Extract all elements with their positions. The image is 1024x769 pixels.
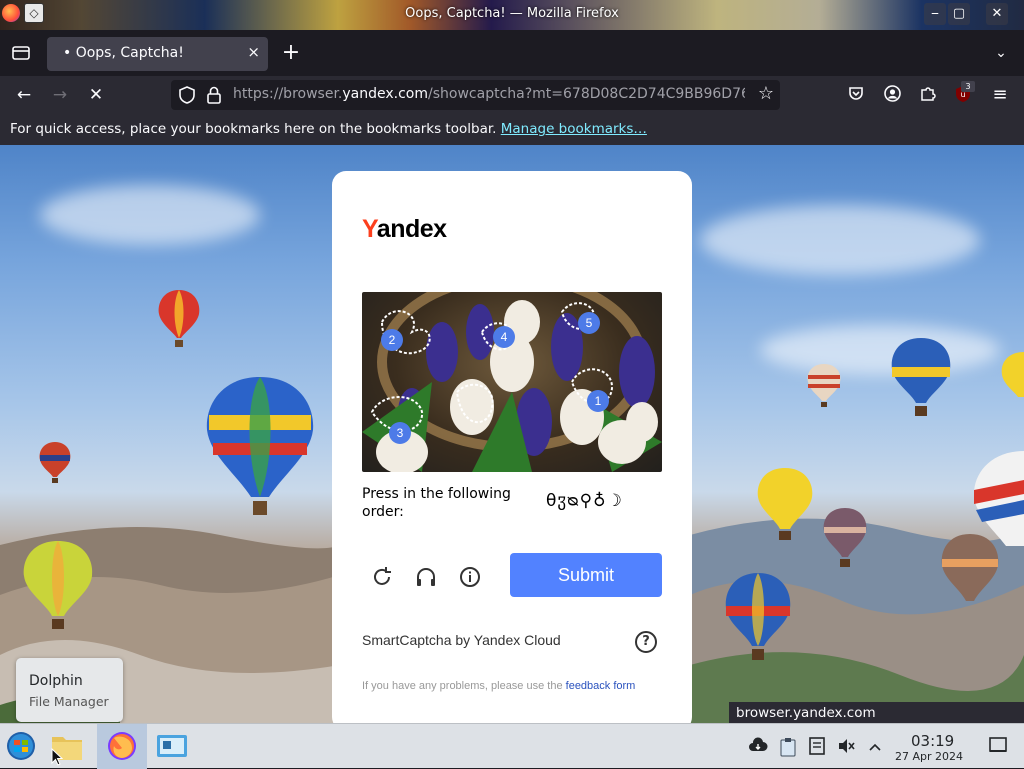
info-icon[interactable] bbox=[458, 565, 486, 593]
bookmarks-message-text: For quick access, place your bookmarks h… bbox=[10, 121, 497, 137]
window-titlebar[interactable]: ◇ Oops, Captcha! — Mozilla Firefox ⎯ ▢ ✕ bbox=[0, 0, 1024, 30]
url-prefix: https://browser. bbox=[233, 86, 343, 102]
cloud-sync-icon[interactable] bbox=[748, 737, 768, 757]
mouse-cursor-icon bbox=[51, 748, 63, 766]
url-path: /showcaptcha?mt=678D08C2D74C9BB96D76 bbox=[428, 86, 745, 102]
lock-icon[interactable] bbox=[207, 86, 221, 104]
dolphin-tooltip: Dolphin File Manager bbox=[16, 658, 123, 722]
problem-note: If you have any problems, please use the… bbox=[362, 678, 652, 694]
pocket-icon[interactable] bbox=[846, 85, 866, 105]
hot-air-balloon bbox=[941, 534, 999, 601]
url-host: yandex.com bbox=[342, 86, 429, 102]
volume-muted-icon[interactable] bbox=[836, 737, 856, 757]
captcha-marker-5[interactable]: 5 bbox=[578, 312, 600, 334]
yandex-logo-y: Y bbox=[362, 215, 377, 243]
audio-headphones-icon[interactable] bbox=[414, 565, 442, 593]
feedback-form-link[interactable]: feedback form bbox=[566, 680, 636, 692]
refresh-icon[interactable] bbox=[370, 565, 398, 593]
hot-air-balloon bbox=[1001, 352, 1024, 397]
captcha-marker-2[interactable]: 2 bbox=[381, 329, 403, 351]
firefox-taskbar-icon[interactable] bbox=[97, 724, 147, 769]
app-menu-button[interactable]: ≡ bbox=[990, 85, 1010, 105]
system-settings-icon[interactable] bbox=[155, 724, 193, 769]
navigation-toolbar: ← → ✕ https://browser.yandex.com/showcap… bbox=[0, 76, 1024, 114]
cloud bbox=[760, 325, 1000, 375]
link-status-overlay: browser.yandex.com bbox=[729, 702, 1024, 724]
hot-air-balloon bbox=[158, 290, 200, 347]
hot-air-balloon bbox=[23, 541, 93, 629]
new-tab-button[interactable]: + bbox=[278, 40, 304, 66]
web-page-content: Yandex 1 2 3 4 5 Press in the following … bbox=[0, 145, 1024, 723]
smartcaptcha-label: SmartCaptcha by Yandex Cloud bbox=[362, 632, 561, 648]
yandex-logo: Yandex bbox=[362, 215, 447, 244]
help-icon[interactable]: ? bbox=[635, 631, 657, 653]
captcha-card: Yandex 1 2 3 4 5 Press in the following … bbox=[332, 171, 692, 723]
url-bar[interactable]: https://browser.yandex.com/showcaptcha?m… bbox=[171, 80, 780, 110]
hot-air-balloon-large bbox=[206, 377, 314, 515]
clock-time[interactable]: 03:19 bbox=[911, 732, 954, 750]
start-menu-icon[interactable] bbox=[4, 724, 40, 769]
hot-air-balloon bbox=[757, 468, 813, 540]
order-instruction: Press in the following order: bbox=[362, 486, 511, 520]
clipboard-icon[interactable] bbox=[778, 737, 798, 757]
firefox-view-icon[interactable] bbox=[8, 40, 34, 66]
hot-air-balloon bbox=[807, 364, 841, 407]
hot-air-balloon bbox=[891, 338, 951, 416]
cloud bbox=[40, 185, 260, 245]
captcha-marker-4[interactable]: 4 bbox=[493, 326, 515, 348]
window-title: Oops, Captcha! — Mozilla Firefox bbox=[405, 6, 619, 21]
tracking-protection-shield-icon[interactable] bbox=[179, 86, 195, 104]
tray-expand-chevron-icon[interactable] bbox=[865, 737, 885, 757]
extension-count-badge: 3 bbox=[961, 81, 975, 92]
cloud bbox=[700, 205, 980, 275]
show-desktop-icon[interactable] bbox=[988, 737, 1008, 757]
forward-button[interactable]: → bbox=[46, 81, 74, 109]
tab-label: • Oops, Captcha! bbox=[63, 45, 184, 61]
hot-air-balloon bbox=[39, 442, 71, 483]
problem-text: If you have any problems, please use the bbox=[362, 680, 563, 692]
notes-icon[interactable] bbox=[807, 737, 827, 757]
manage-bookmarks-link[interactable]: Manage bookmarks… bbox=[501, 121, 647, 137]
tab-oops-captcha[interactable]: • Oops, Captcha! × bbox=[47, 37, 268, 71]
close-window-button[interactable]: ✕ bbox=[986, 3, 1008, 25]
account-icon[interactable] bbox=[882, 85, 902, 105]
bookmarks-toolbar: For quick access, place your bookmarks h… bbox=[0, 114, 1024, 145]
extensions-puzzle-icon[interactable] bbox=[918, 85, 938, 105]
list-all-tabs-button[interactable]: ⌄ bbox=[988, 40, 1014, 66]
bookmarks-empty-message: For quick access, place your bookmarks h… bbox=[10, 121, 647, 137]
tooltip-subtitle: File Manager bbox=[29, 694, 109, 709]
captcha-marker-3[interactable]: 3 bbox=[389, 422, 411, 444]
url-text[interactable]: https://browser.yandex.com/showcaptcha?m… bbox=[233, 86, 745, 102]
minimize-button[interactable]: ⎯ bbox=[924, 3, 946, 25]
tab-strip: • Oops, Captcha! × + ⌄ bbox=[0, 30, 1024, 76]
tooltip-title: Dolphin bbox=[29, 673, 83, 689]
clock-date[interactable]: 27 Apr 2024 bbox=[895, 750, 963, 763]
stop-button[interactable]: ✕ bbox=[82, 81, 110, 109]
hot-air-balloon bbox=[725, 573, 791, 660]
submit-button[interactable]: Submit bbox=[510, 553, 662, 597]
captcha-image[interactable]: 1 2 3 4 5 bbox=[362, 292, 662, 472]
bookmark-star-icon[interactable]: ☆ bbox=[758, 83, 774, 104]
maximize-button[interactable]: ▢ bbox=[948, 3, 970, 25]
flower-bouquet-image[interactable] bbox=[362, 292, 662, 472]
tab-close-icon[interactable]: × bbox=[247, 43, 260, 61]
hot-air-balloon bbox=[823, 508, 867, 567]
taskbar: 03:19 27 Apr 2024 bbox=[0, 723, 1024, 769]
order-icons: θჳᴓ⚲♁☽ bbox=[546, 491, 623, 511]
yandex-logo-rest: andex bbox=[376, 215, 447, 243]
back-button[interactable]: ← bbox=[10, 81, 38, 109]
captcha-marker-1[interactable]: 1 bbox=[587, 390, 609, 412]
